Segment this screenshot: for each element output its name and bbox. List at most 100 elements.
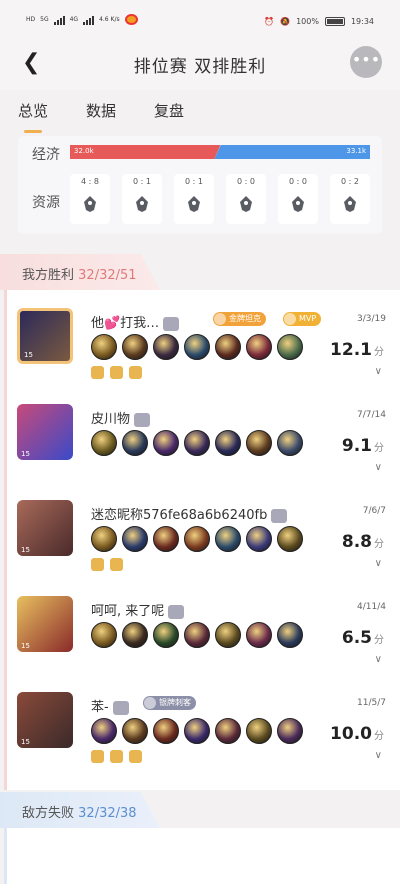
equipment-icon[interactable] bbox=[91, 622, 117, 648]
equipment-icon[interactable] bbox=[246, 718, 272, 744]
equipment-icon[interactable] bbox=[277, 334, 303, 360]
equipment-icon[interactable] bbox=[153, 430, 179, 456]
hero-avatar[interactable]: 15 bbox=[17, 500, 73, 556]
resources-label: 资源 bbox=[32, 195, 60, 211]
5g-label: 5G bbox=[40, 16, 49, 23]
player-name: 呵呵, 来了呢 bbox=[91, 604, 165, 619]
4g-label: 4G bbox=[69, 16, 79, 23]
equipment-icon[interactable] bbox=[153, 718, 179, 744]
resource-count: 0 : 1 bbox=[133, 177, 151, 186]
achievement-icon bbox=[129, 366, 142, 379]
weibo-icon bbox=[124, 14, 138, 25]
score-unit: 分 bbox=[374, 539, 384, 550]
equipment-icon[interactable] bbox=[246, 430, 272, 456]
chevron-down-icon[interactable]: ∨ bbox=[375, 654, 382, 665]
rank-shield-icon bbox=[112, 700, 129, 715]
net-speed: 4.6 K/s bbox=[99, 16, 120, 23]
hero-level: 15 bbox=[21, 738, 30, 746]
equipment-icon[interactable] bbox=[91, 334, 117, 360]
score-value: 12.1 bbox=[330, 340, 372, 360]
equipment-icon[interactable] bbox=[215, 718, 241, 744]
overview-card: 经济 32.0k 33.1k 资源 4 : 8 0 : 1 0 : 1 0 : 0 0 … bbox=[18, 136, 382, 234]
equipment-icon[interactable] bbox=[184, 718, 210, 744]
equipment-icon[interactable] bbox=[153, 334, 179, 360]
economy-label: 经济 bbox=[32, 147, 60, 163]
equipment-icon[interactable] bbox=[277, 622, 303, 648]
hero-avatar[interactable]: 15 bbox=[17, 404, 73, 460]
tab-data[interactable]: 数据 bbox=[86, 100, 116, 121]
chevron-down-icon[interactable]: ∨ bbox=[375, 366, 382, 377]
score-unit: 分 bbox=[374, 347, 384, 358]
equipment-icon[interactable] bbox=[91, 430, 117, 456]
equipment-icon[interactable] bbox=[184, 430, 210, 456]
equipment-icon[interactable] bbox=[184, 622, 210, 648]
signal-icon-2 bbox=[83, 15, 95, 25]
tab-review[interactable]: 复盘 bbox=[154, 100, 184, 121]
tab-bar: 总览 数据 复盘 bbox=[18, 100, 184, 133]
equipment-icon[interactable] bbox=[215, 526, 241, 552]
player-row[interactable]: 15 苯- 银牌刺客 11/5/7 10.0 分 ∨ bbox=[7, 674, 400, 770]
equipment-icon[interactable] bbox=[215, 334, 241, 360]
tyrant-icon bbox=[80, 194, 100, 214]
rank-shield-icon bbox=[134, 412, 151, 427]
equipment-icon[interactable] bbox=[91, 718, 117, 744]
rank-shield-icon bbox=[163, 316, 180, 331]
our-team-stats: 32/32/51 bbox=[78, 268, 137, 283]
equipment-icon[interactable] bbox=[184, 526, 210, 552]
honor-badge: 银牌刺客 bbox=[143, 696, 196, 710]
equipment-icon[interactable] bbox=[153, 622, 179, 648]
equipment-icon[interactable] bbox=[277, 430, 303, 456]
resource-card: 0 : 0 bbox=[278, 174, 318, 224]
achievement-icon bbox=[91, 366, 104, 379]
player-name: 迷恋昵称576fe68a6b6240fb bbox=[91, 508, 268, 523]
score-unit: 分 bbox=[374, 731, 384, 742]
economy-bar: 32.0k 33.1k bbox=[70, 145, 370, 159]
equipment-icon[interactable] bbox=[153, 526, 179, 552]
equipment-icon[interactable] bbox=[215, 622, 241, 648]
player-name: 皮川物 bbox=[91, 412, 131, 427]
honor-badge: 金牌坦克 bbox=[213, 312, 266, 326]
player-row[interactable]: 15 皮川物 7/7/14 9.1 分 ∨ bbox=[7, 386, 400, 482]
equipment-icon[interactable] bbox=[246, 622, 272, 648]
player-row[interactable]: 15 他💕打我… 金牌坦克 MVP 3/3/19 12.1 分 ∨ bbox=[7, 290, 400, 386]
equipment-icon[interactable] bbox=[122, 718, 148, 744]
equipment-icon[interactable] bbox=[184, 334, 210, 360]
player-row[interactable]: 15 呵呵, 来了呢 4/11/4 6.5 分 ∨ bbox=[7, 578, 400, 674]
equipment-icon[interactable] bbox=[277, 526, 303, 552]
resource-count: 0 : 1 bbox=[185, 177, 203, 186]
chevron-down-icon[interactable]: ∨ bbox=[375, 750, 382, 761]
kda-text: 4/11/4 bbox=[357, 602, 386, 612]
our-team-header: 我方胜利 32/32/51 bbox=[0, 254, 400, 290]
hero-avatar[interactable]: 15 bbox=[17, 308, 73, 364]
rank-shield-icon bbox=[271, 508, 288, 523]
skill-list bbox=[91, 750, 142, 763]
hero-avatar[interactable]: 15 bbox=[17, 596, 73, 652]
equipment-icon[interactable] bbox=[122, 334, 148, 360]
lizard-icon bbox=[288, 194, 308, 214]
hero-avatar[interactable]: 15 bbox=[17, 692, 73, 748]
economy-right-value: 33.1k bbox=[346, 147, 366, 155]
item-list bbox=[91, 526, 303, 552]
equipment-icon[interactable] bbox=[215, 430, 241, 456]
equipment-icon[interactable] bbox=[91, 526, 117, 552]
player-name-wrap: 他💕打我… bbox=[91, 312, 180, 331]
honor-badge: MVP bbox=[283, 312, 322, 326]
more-options-button[interactable]: ••• bbox=[350, 46, 382, 78]
player-name: 苯- bbox=[91, 700, 109, 715]
equipment-icon[interactable] bbox=[122, 526, 148, 552]
resource-card: 4 : 8 bbox=[70, 174, 110, 224]
equipment-icon[interactable] bbox=[122, 622, 148, 648]
player-row[interactable]: 15 迷恋昵称576fe68a6b6240fb 7/6/7 8.8 分 ∨ bbox=[7, 482, 400, 578]
chevron-down-icon[interactable]: ∨ bbox=[375, 462, 382, 473]
kda-text: 3/3/19 bbox=[357, 314, 386, 324]
resource-count: 0 : 2 bbox=[341, 177, 359, 186]
tab-overview[interactable]: 总览 bbox=[18, 100, 48, 133]
equipment-icon[interactable] bbox=[246, 526, 272, 552]
equipment-icon[interactable] bbox=[122, 430, 148, 456]
skill-list bbox=[91, 558, 123, 571]
equipment-icon[interactable] bbox=[246, 334, 272, 360]
alarm-icon: ⏰ bbox=[264, 17, 275, 26]
equipment-icon[interactable] bbox=[277, 718, 303, 744]
clock: 19:34 bbox=[350, 17, 374, 26]
chevron-down-icon[interactable]: ∨ bbox=[375, 558, 382, 569]
